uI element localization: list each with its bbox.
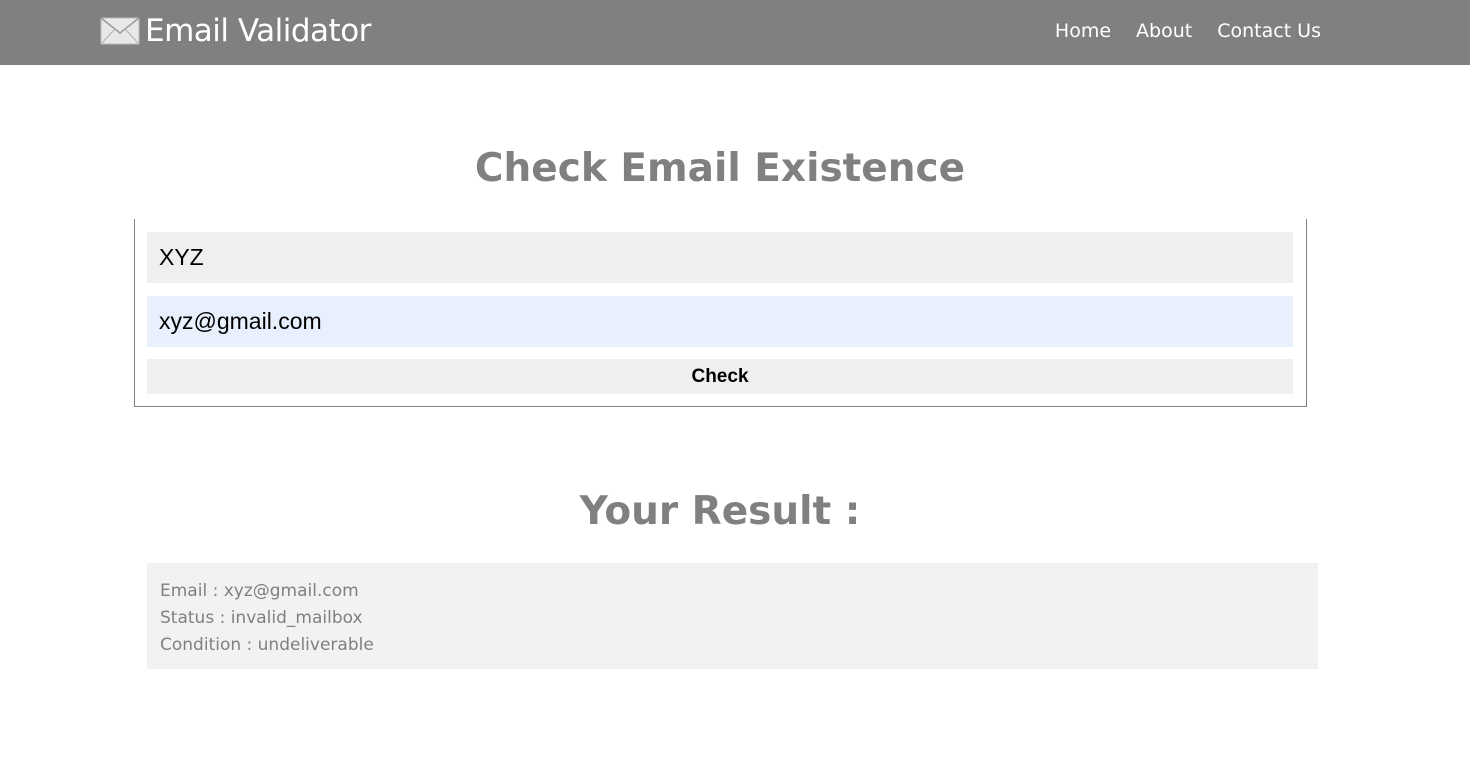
brand-link[interactable]: Email Validator <box>100 11 371 51</box>
check-button[interactable]: Check <box>147 359 1293 394</box>
result-condition-line: Condition : undeliverable <box>160 635 374 655</box>
result-email-line: Email : xyz@gmail.com <box>160 581 359 601</box>
check-heading: Check Email Existence <box>474 146 966 191</box>
brand-title: Email Validator <box>145 13 371 49</box>
name-input[interactable] <box>147 232 1293 283</box>
navbar: Email Validator Home About Contact Us <box>0 0 1470 65</box>
result-heading: Your Result : <box>579 489 861 534</box>
envelope-icon <box>100 17 140 45</box>
email-input[interactable] <box>147 296 1293 347</box>
nav-link-contact[interactable]: Contact Us <box>1217 20 1321 42</box>
result-status-line: Status : invalid_mailbox <box>160 608 363 628</box>
nav-links: Home About Contact Us <box>1055 20 1321 42</box>
nav-link-about[interactable]: About <box>1136 20 1192 42</box>
check-form: Check <box>134 219 1307 407</box>
nav-link-home[interactable]: Home <box>1055 20 1111 42</box>
result-panel: Email : xyz@gmail.com Status : invalid_m… <box>147 563 1318 669</box>
